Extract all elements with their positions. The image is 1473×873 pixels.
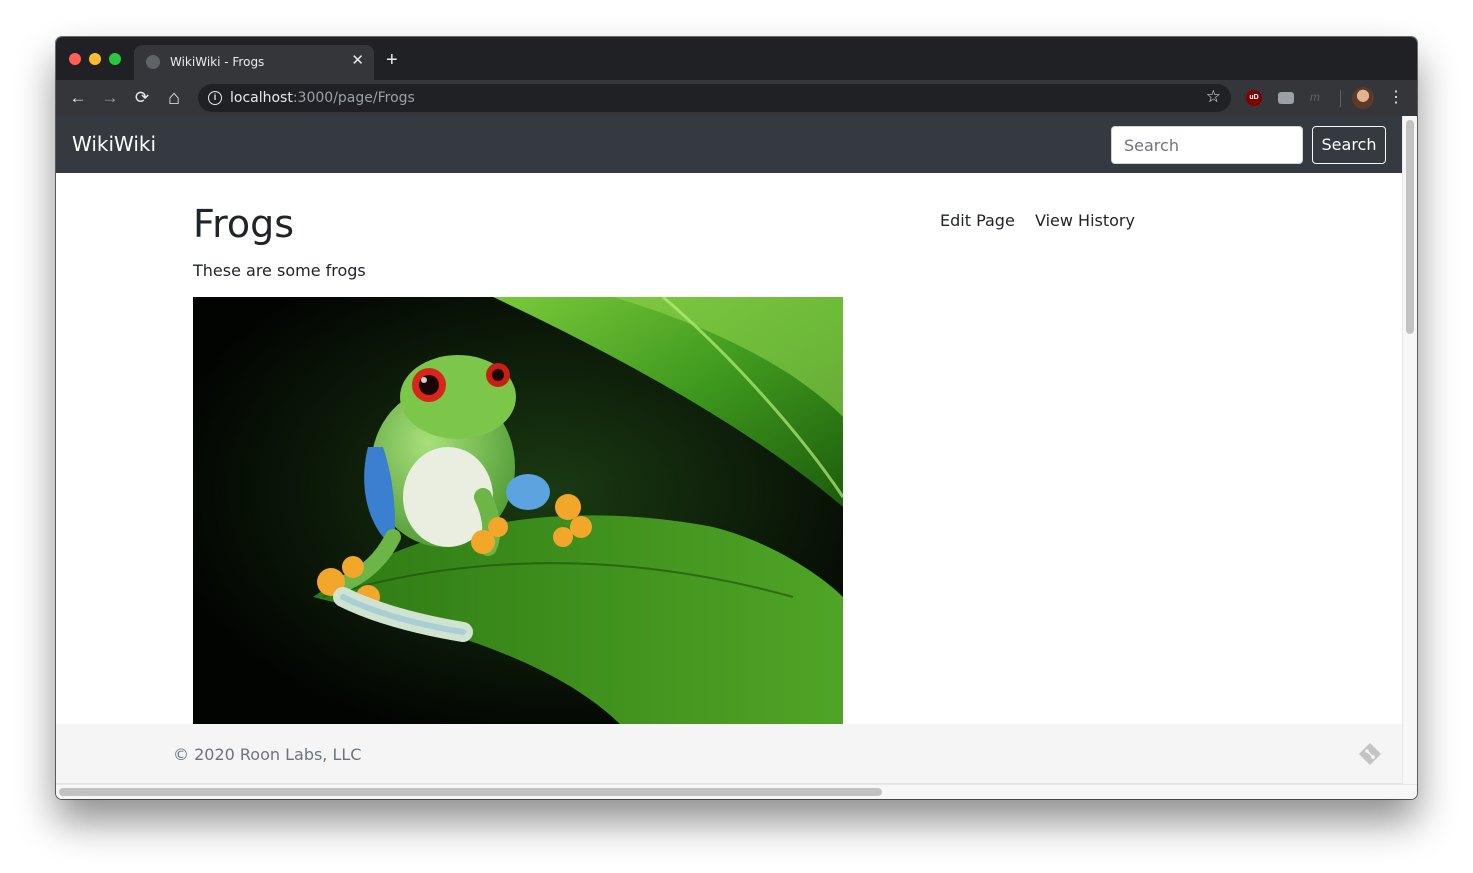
new-tab-button[interactable]: + bbox=[386, 50, 398, 70]
minimize-window-button[interactable] bbox=[89, 53, 101, 65]
profile-avatar[interactable] bbox=[1352, 87, 1374, 109]
view-history-link[interactable]: View History bbox=[1035, 211, 1135, 230]
site-navbar: WikiWiki Search bbox=[56, 116, 1402, 173]
site-footer: © 2020 Roon Labs, LLC bbox=[56, 724, 1402, 784]
maximize-window-button[interactable] bbox=[109, 53, 121, 65]
m-extension-icon[interactable]: m bbox=[1310, 90, 1330, 106]
frog-photo bbox=[193, 297, 843, 727]
camera-extension-icon[interactable] bbox=[1278, 92, 1294, 104]
horizontal-scroll-thumb[interactable] bbox=[59, 788, 882, 796]
search-button[interactable]: Search bbox=[1312, 126, 1386, 164]
page-title: Frogs bbox=[193, 202, 295, 246]
info-icon[interactable]: i bbox=[208, 91, 222, 105]
vertical-scrollbar[interactable] bbox=[1402, 116, 1417, 784]
page-viewport: WikiWiki Search Frogs Edit Page View His… bbox=[56, 116, 1402, 784]
tab-strip: WikiWiki - Frogs ✕ + bbox=[56, 37, 1417, 80]
toolbar-divider bbox=[1340, 90, 1341, 107]
reload-icon[interactable]: ⟳ bbox=[131, 87, 153, 109]
page-description: These are some frogs bbox=[193, 261, 366, 280]
vertical-scroll-thumb[interactable] bbox=[1406, 120, 1414, 334]
url-text[interactable]: localhost:3000/page/Frogs bbox=[230, 90, 415, 106]
globe-icon bbox=[146, 55, 160, 69]
back-arrow-icon[interactable]: ← bbox=[67, 87, 89, 109]
home-icon[interactable]: ⌂ bbox=[163, 87, 185, 109]
browser-toolbar: ← → ⟳ ⌂ i localhost:3000/page/Frogs ☆ uD… bbox=[56, 80, 1417, 116]
browser-menu-icon[interactable]: ⋮ bbox=[1388, 87, 1404, 109]
ublock-extension-icon[interactable]: uD bbox=[1246, 90, 1262, 106]
address-bar[interactable]: i localhost:3000/page/Frogs ☆ bbox=[198, 84, 1231, 112]
git-icon[interactable] bbox=[1358, 742, 1382, 766]
browser-window: WikiWiki - Frogs ✕ + ← → ⟳ ⌂ i localhost… bbox=[56, 37, 1417, 799]
close-tab-icon[interactable]: ✕ bbox=[351, 52, 364, 70]
url-path: :3000/page/Frogs bbox=[292, 90, 415, 106]
forward-arrow-icon[interactable]: → bbox=[99, 87, 121, 109]
browser-tab[interactable]: WikiWiki - Frogs ✕ bbox=[134, 45, 374, 80]
horizontal-scrollbar[interactable] bbox=[56, 784, 1417, 799]
bookmark-star-icon[interactable]: ☆ bbox=[1206, 87, 1221, 107]
close-window-button[interactable] bbox=[69, 53, 81, 65]
edit-page-link[interactable]: Edit Page bbox=[940, 211, 1015, 230]
copyright-text: © 2020 Roon Labs, LLC bbox=[173, 745, 362, 764]
tab-title: WikiWiki - Frogs bbox=[170, 55, 265, 69]
url-host: localhost bbox=[230, 90, 293, 106]
site-brand[interactable]: WikiWiki bbox=[72, 132, 156, 156]
search-input[interactable] bbox=[1111, 126, 1303, 164]
